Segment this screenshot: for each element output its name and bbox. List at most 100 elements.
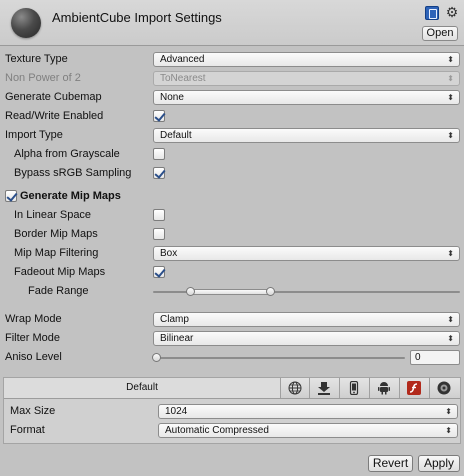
wrap-mode-dropdown[interactable]: Clamp ⬍ — [153, 312, 460, 327]
wrap-mode-row: Wrap Mode Clamp ⬍ — [0, 310, 464, 329]
format-dropdown[interactable]: Automatic Compressed ⬍ — [158, 423, 458, 438]
max-size-dropdown[interactable]: 1024 ⬍ — [158, 404, 458, 419]
format-value: Automatic Compressed — [165, 425, 269, 436]
texture-type-row: Texture Type Advanced ⬍ — [0, 50, 464, 69]
aniso-level-field[interactable]: 0 — [410, 350, 460, 365]
fadeout-mip-maps-label: Fadeout Mip Maps — [14, 266, 106, 278]
generate-mip-maps-row: Generate Mip Maps — [0, 187, 464, 206]
tab-android[interactable] — [370, 378, 400, 398]
aniso-level-row: Aniso Level 0 — [0, 348, 464, 367]
mip-map-filtering-value: Box — [160, 248, 178, 259]
import-type-row: Import Type Default ⬍ — [0, 126, 464, 145]
import-type-label: Import Type — [5, 129, 63, 141]
fade-range-min-handle[interactable] — [185, 287, 195, 296]
platform-tabs: Default — [4, 378, 460, 399]
aniso-level-handle[interactable] — [152, 353, 161, 362]
download-icon — [318, 382, 330, 395]
iphone-icon — [349, 381, 359, 395]
apply-button[interactable]: Apply — [418, 455, 460, 472]
inspector-header: AmbientCube Import Settings ⚙ Open — [0, 0, 464, 46]
format-label: Format — [10, 424, 45, 436]
format-row: Format Automatic Compressed ⬍ — [4, 421, 460, 440]
tab-web-player[interactable] — [281, 378, 310, 398]
bypass-srgb-label: Bypass sRGB Sampling — [14, 167, 132, 179]
border-mip-maps-row: Border Mip Maps — [0, 225, 464, 244]
max-size-label: Max Size — [10, 405, 56, 417]
generate-cubemap-row: Generate Cubemap None ⬍ — [0, 88, 464, 107]
dropdown-arrows-icon: ⬍ — [447, 334, 454, 343]
tab-flash[interactable] — [400, 378, 430, 398]
texture-type-dropdown[interactable]: Advanced ⬍ — [153, 52, 460, 67]
import-type-dropdown[interactable]: Default ⬍ — [153, 128, 460, 143]
tab-ios[interactable] — [340, 378, 370, 398]
dropdown-arrows-icon: ⬍ — [447, 55, 454, 64]
bypass-srgb-row: Bypass sRGB Sampling — [0, 164, 464, 183]
wrap-mode-value: Clamp — [160, 314, 189, 325]
fade-range-max-handle[interactable] — [265, 287, 275, 296]
open-button[interactable]: Open — [422, 26, 458, 41]
mip-map-filtering-dropdown[interactable]: Box ⬍ — [153, 246, 460, 261]
bypass-srgb-checkbox[interactable] — [153, 167, 165, 179]
mip-map-filtering-label: Mip Map Filtering — [14, 247, 99, 259]
fade-range-selection[interactable] — [189, 289, 270, 295]
fade-range-row: Fade Range — [0, 282, 464, 301]
dropdown-arrows-icon: ⬍ — [445, 407, 452, 416]
border-mip-maps-checkbox[interactable] — [153, 228, 165, 240]
dropdown-arrows-icon: ⬍ — [445, 426, 452, 435]
import-type-value: Default — [160, 130, 192, 141]
in-linear-space-row: In Linear Space — [0, 206, 464, 225]
non-power-of-2-row: Non Power of 2 ToNearest ⬍ — [0, 69, 464, 88]
filter-mode-label: Filter Mode — [5, 332, 61, 344]
filter-mode-value: Bilinear — [160, 333, 194, 344]
read-write-label: Read/Write Enabled — [5, 110, 104, 122]
non-power-of-2-dropdown: ToNearest ⬍ — [153, 71, 460, 86]
dropdown-arrows-icon: ⬍ — [447, 315, 454, 324]
wrap-mode-label: Wrap Mode — [5, 313, 62, 325]
tab-standalone[interactable] — [310, 378, 340, 398]
in-linear-space-label: In Linear Space — [14, 209, 92, 221]
generate-mip-maps-checkbox[interactable] — [5, 190, 17, 202]
generate-cubemap-dropdown[interactable]: None ⬍ — [153, 90, 460, 105]
generate-mip-maps-label: Generate Mip Maps — [20, 190, 121, 202]
in-linear-space-checkbox[interactable] — [153, 209, 165, 221]
dropdown-arrows-icon: ⬍ — [447, 249, 454, 258]
aniso-level-label: Aniso Level — [5, 351, 62, 363]
non-power-of-2-label: Non Power of 2 — [5, 72, 81, 84]
globe-icon — [288, 381, 302, 395]
max-size-row: Max Size 1024 ⬍ — [4, 402, 460, 421]
dropdown-arrows-icon: ⬍ — [447, 74, 454, 83]
disc-icon — [437, 381, 451, 395]
revert-button[interactable]: Revert — [368, 455, 413, 472]
filter-mode-dropdown[interactable]: Bilinear ⬍ — [153, 331, 460, 346]
read-write-checkbox[interactable] — [153, 110, 165, 122]
flash-icon — [407, 381, 421, 395]
fade-range-label: Fade Range — [28, 285, 89, 297]
help-book-icon[interactable] — [425, 6, 439, 20]
aniso-level-track[interactable] — [153, 357, 405, 359]
gear-icon[interactable]: ⚙ — [444, 4, 460, 20]
fadeout-mip-maps-checkbox[interactable] — [153, 266, 165, 278]
texture-type-value: Advanced — [160, 54, 205, 65]
filter-mode-row: Filter Mode Bilinear ⬍ — [0, 329, 464, 348]
generate-cubemap-value: None — [160, 92, 184, 103]
android-icon — [378, 382, 390, 395]
dropdown-arrows-icon: ⬍ — [447, 93, 454, 102]
alpha-from-grayscale-checkbox[interactable] — [153, 148, 165, 160]
read-write-row: Read/Write Enabled — [0, 107, 464, 126]
tab-default-label: Default — [126, 382, 158, 393]
tab-disc[interactable] — [430, 378, 460, 398]
alpha-from-grayscale-row: Alpha from Grayscale — [0, 145, 464, 164]
tab-default[interactable]: Default — [4, 378, 281, 398]
asset-preview-thumbnail — [11, 8, 41, 38]
alpha-from-grayscale-label: Alpha from Grayscale — [14, 148, 120, 160]
fadeout-mip-maps-row: Fadeout Mip Maps — [0, 263, 464, 282]
mip-map-filtering-row: Mip Map Filtering Box ⬍ — [0, 244, 464, 263]
inspector-title: AmbientCube Import Settings — [52, 10, 222, 25]
non-power-of-2-value: ToNearest — [160, 73, 206, 84]
border-mip-maps-label: Border Mip Maps — [14, 228, 98, 240]
platform-settings-panel: Default Max Size 1024 ⬍ Format Automatic… — [3, 377, 461, 444]
generate-cubemap-label: Generate Cubemap — [5, 91, 102, 103]
max-size-value: 1024 — [165, 406, 188, 417]
texture-type-label: Texture Type — [5, 53, 68, 65]
dropdown-arrows-icon: ⬍ — [447, 131, 454, 140]
